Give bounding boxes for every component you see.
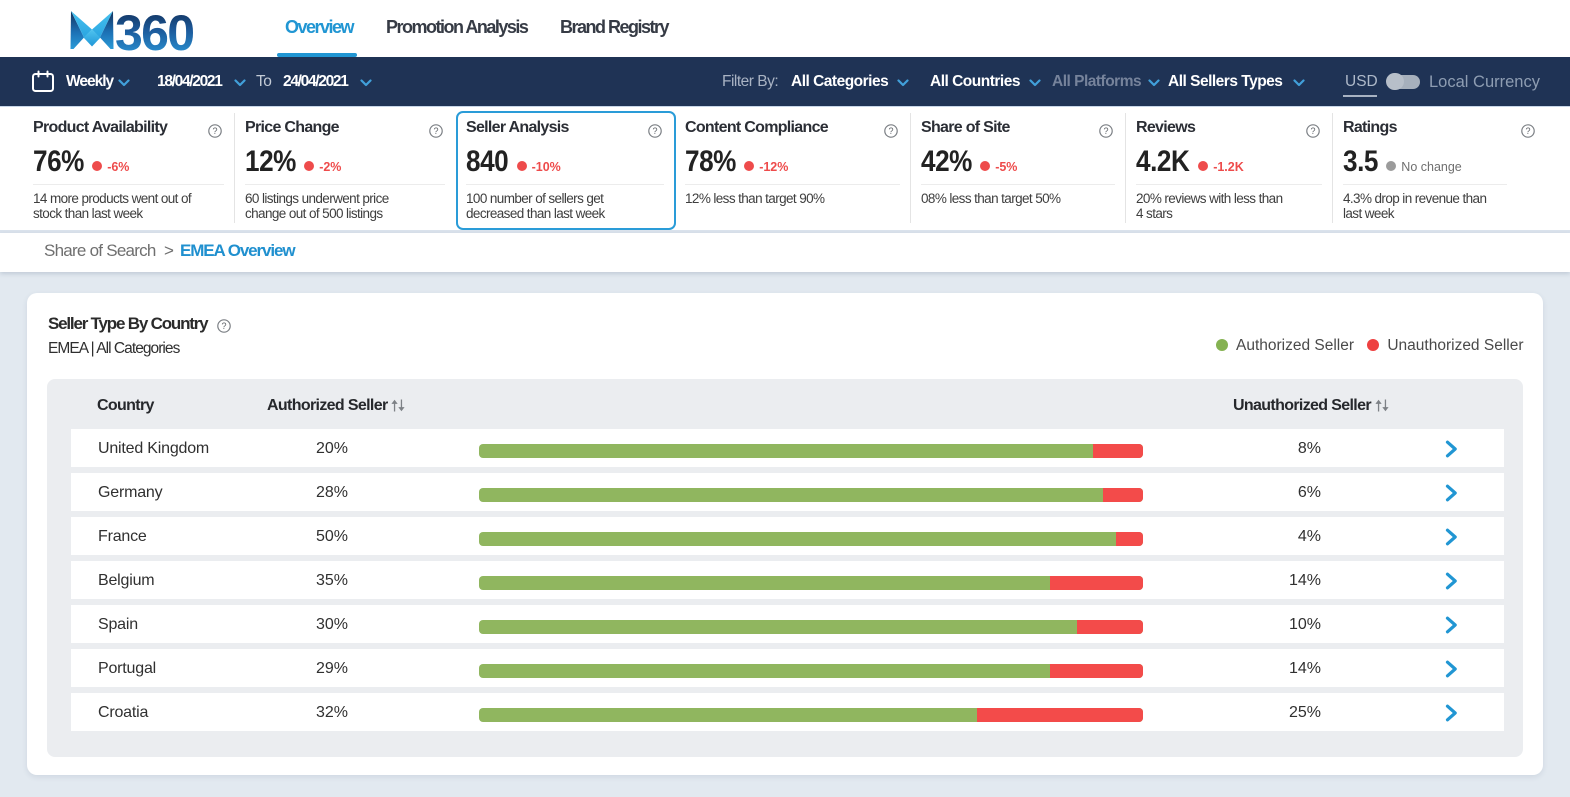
svg-text:360: 360 (115, 9, 193, 53)
svg-text:?: ? (652, 126, 657, 136)
svg-text:?: ? (888, 126, 893, 136)
svg-text:?: ? (1525, 126, 1530, 136)
svg-text:?: ? (1310, 126, 1315, 136)
svg-text:?: ? (1103, 126, 1108, 136)
svg-text:?: ? (221, 321, 226, 331)
svg-text:?: ? (212, 126, 217, 136)
svg-text:?: ? (433, 126, 438, 136)
